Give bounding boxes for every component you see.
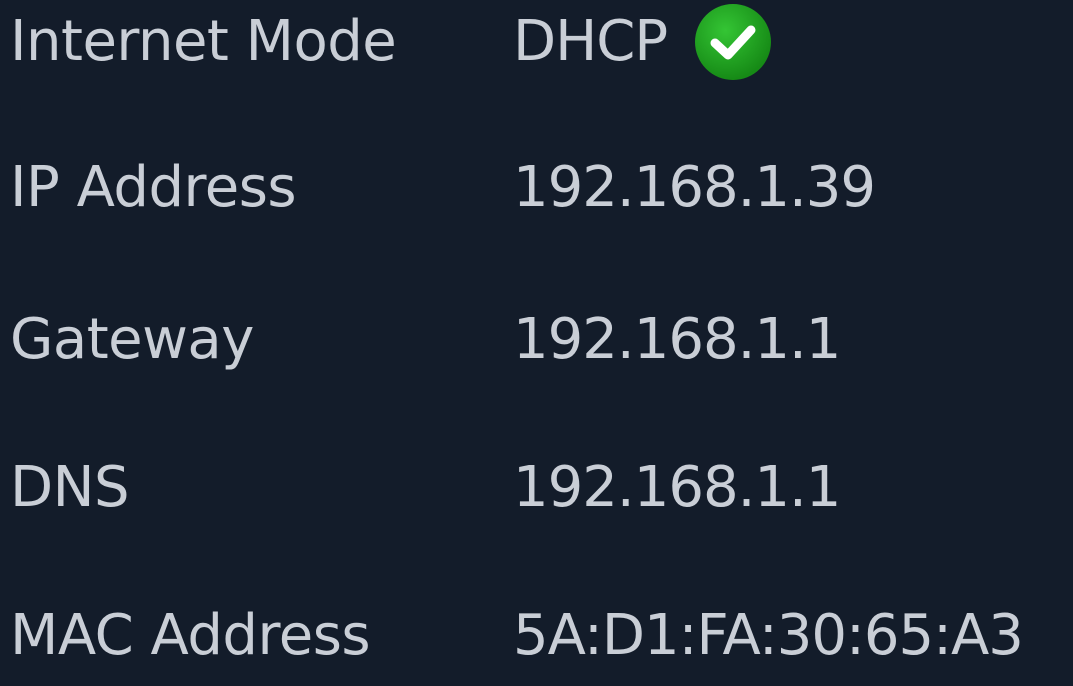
dns-value: 192.168.1.1 [513,455,841,520]
internet-mode-row: Internet Mode DHCP [0,0,1073,92]
dns-row: DNS 192.168.1.1 [0,438,1073,538]
ip-address-value: 192.168.1.39 [513,155,876,220]
mac-address-value: 5A:D1:FA:30:65:A3 [513,603,1024,668]
mac-address-row: MAC Address 5A:D1:FA:30:65:A3 [0,586,1073,686]
gateway-value: 192.168.1.1 [513,307,841,372]
gateway-row: Gateway 192.168.1.1 [0,290,1073,390]
network-info-panel: Internet Mode DHCP IP Address 192.168.1.… [0,0,1073,670]
internet-mode-value: DHCP [513,9,668,74]
dns-label: DNS [10,455,130,520]
gateway-label: Gateway [10,307,254,372]
check-circle-icon-svg [695,4,772,80]
mac-address-label: MAC Address [10,603,371,668]
internet-mode-value-group: DHCP [513,2,773,82]
ip-address-label: IP Address [10,155,297,220]
internet-mode-label: Internet Mode [10,9,397,74]
ip-address-row: IP Address 192.168.1.39 [0,138,1073,238]
check-circle-icon [693,2,773,82]
